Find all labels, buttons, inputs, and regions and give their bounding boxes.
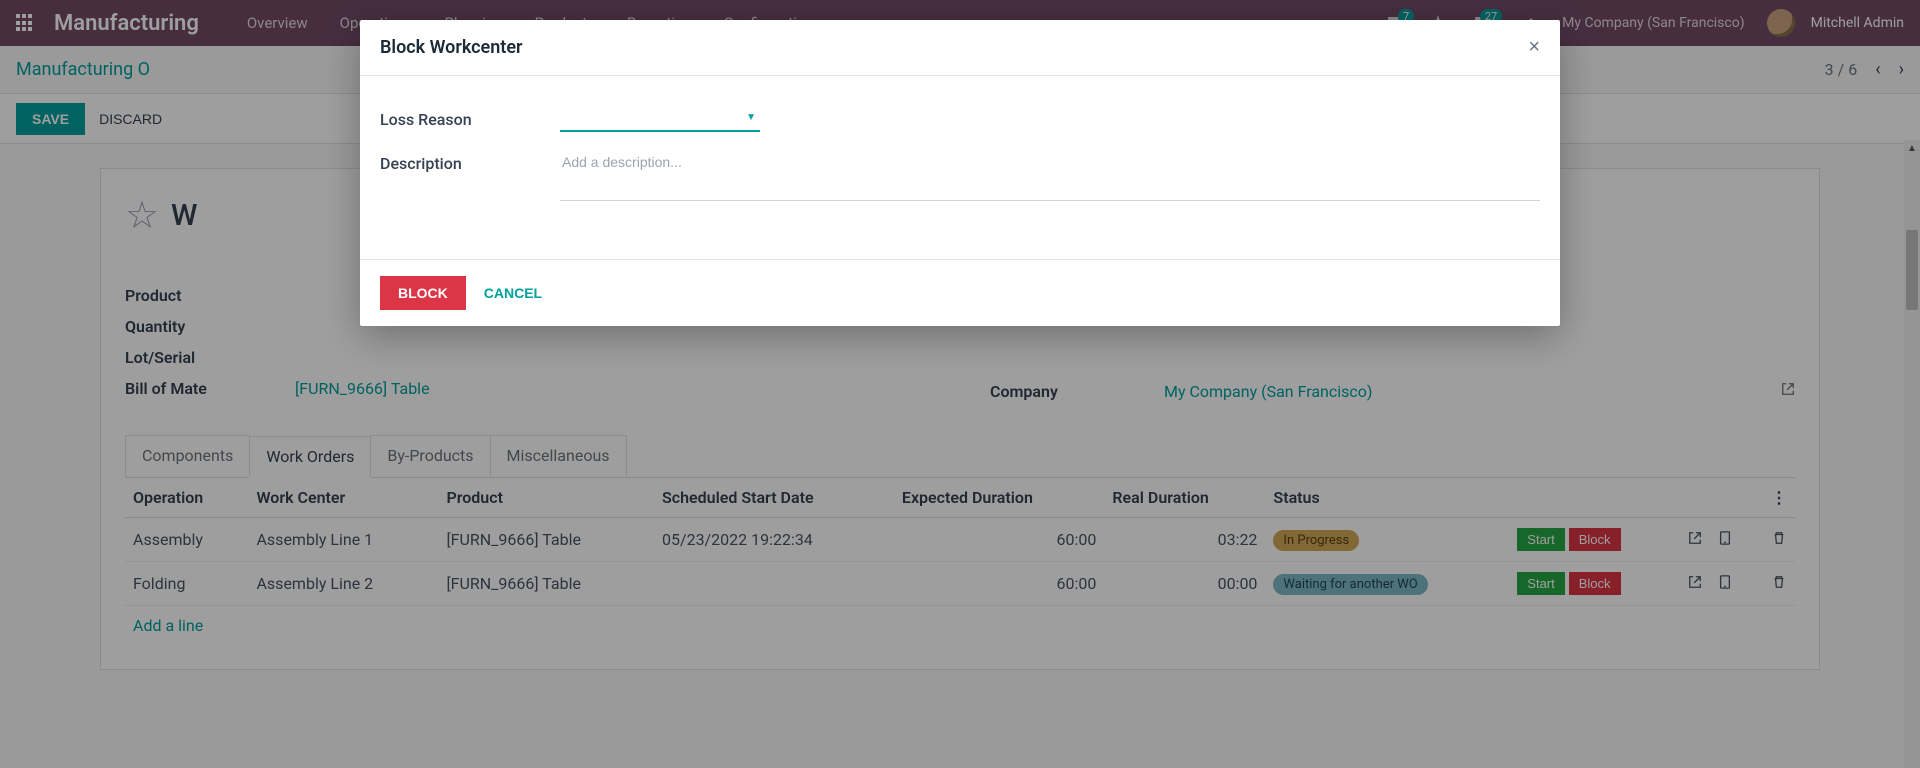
loss-reason-label: Loss Reason xyxy=(380,106,560,132)
cancel-button[interactable]: CANCEL xyxy=(484,285,542,301)
loss-reason-input[interactable] xyxy=(560,106,760,132)
block-button[interactable]: BLOCK xyxy=(380,276,466,310)
modal-overlay: Block Workcenter × Loss Reason ▼ Descrip… xyxy=(0,0,1920,768)
description-label: Description xyxy=(380,150,560,201)
modal-title: Block Workcenter xyxy=(380,37,523,58)
description-input[interactable] xyxy=(560,150,1540,201)
close-icon[interactable]: × xyxy=(1528,36,1540,59)
block-workcenter-modal: Block Workcenter × Loss Reason ▼ Descrip… xyxy=(360,20,1560,326)
